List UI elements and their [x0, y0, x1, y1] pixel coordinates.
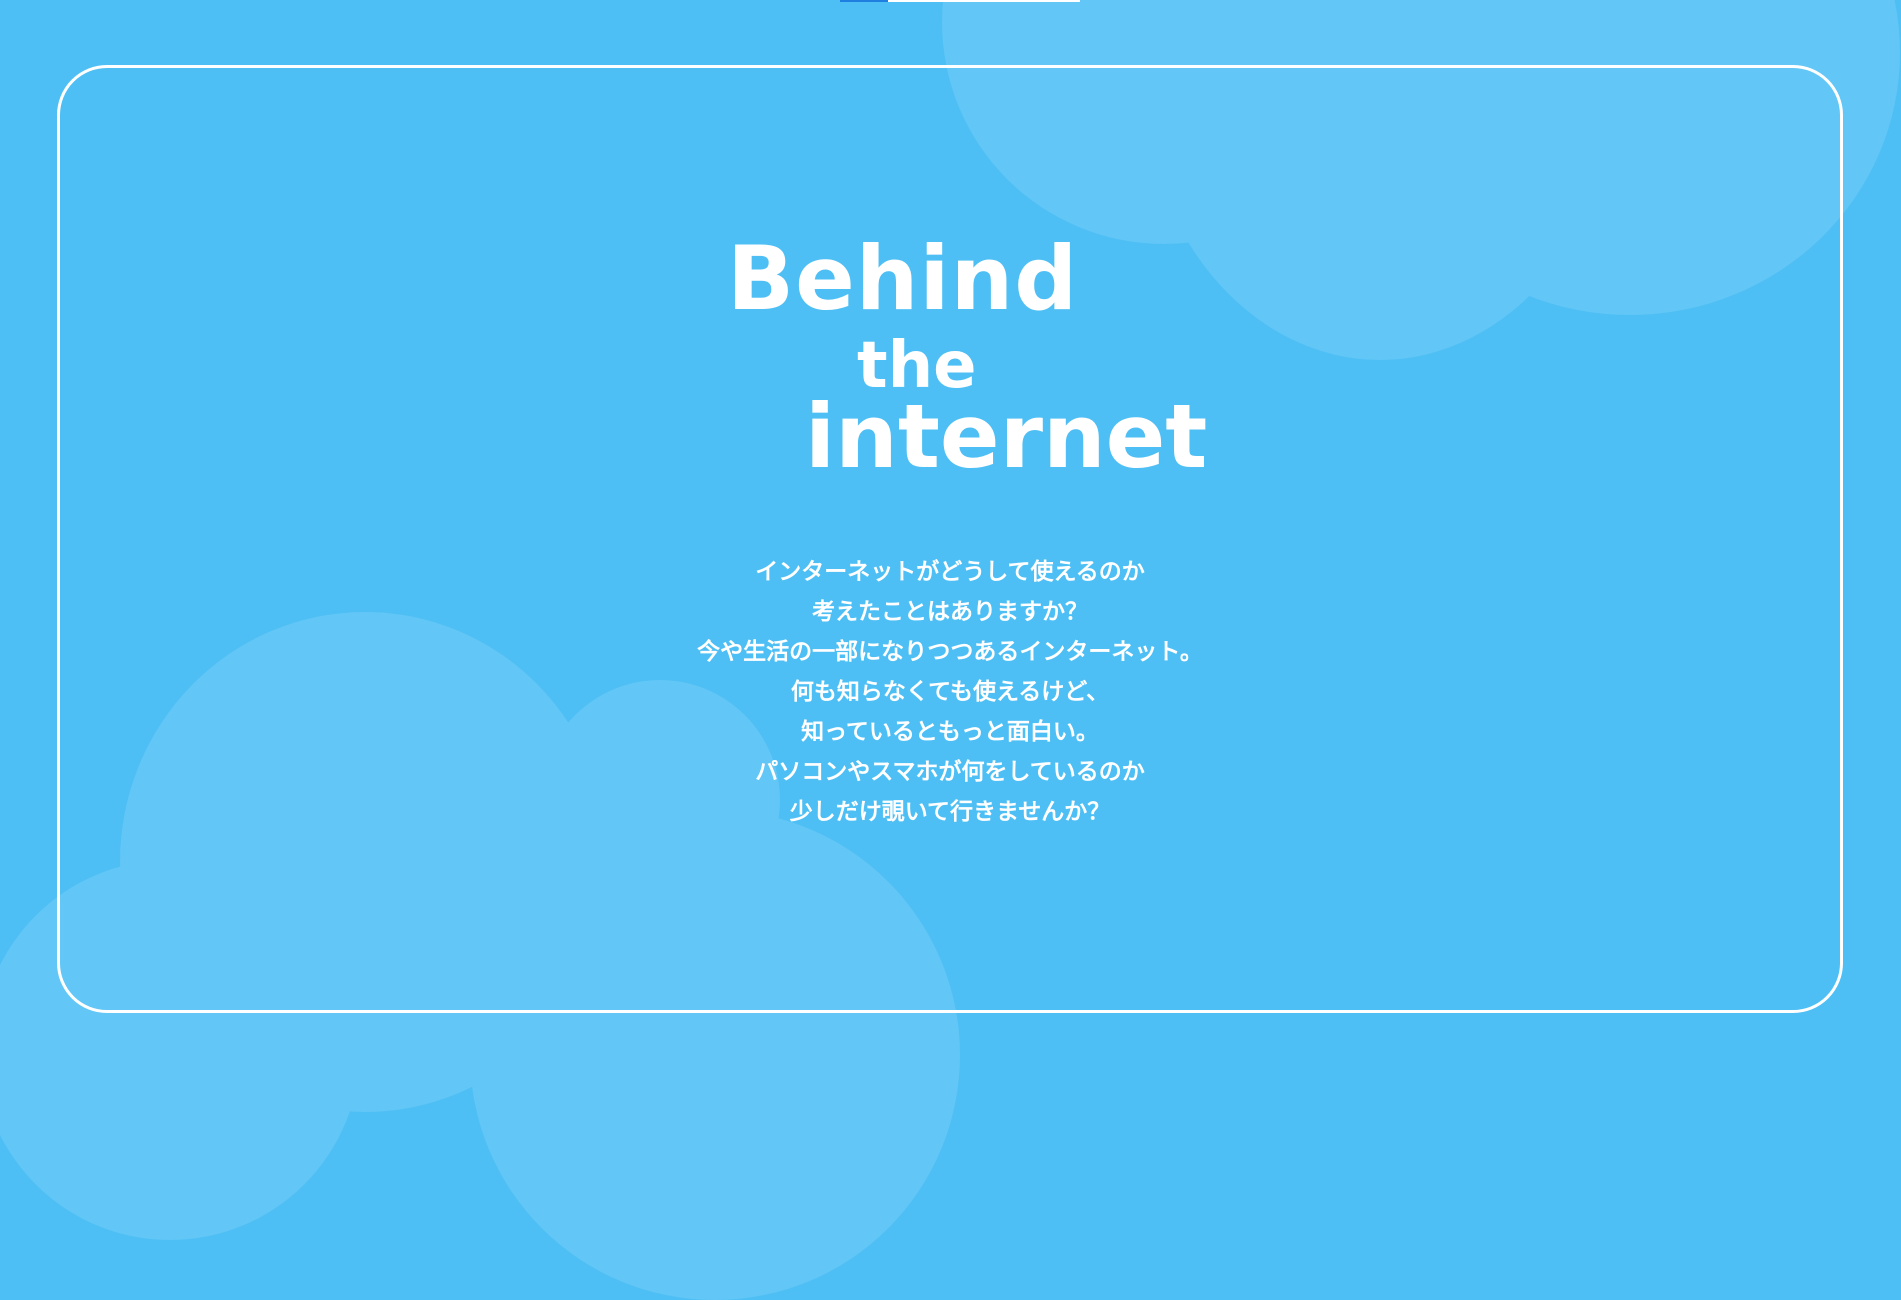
intro-line: 今や生活の一部になりつつあるインターネット。 [697, 639, 1203, 665]
site-logo: Behind the internet [720, 227, 1207, 495]
intro-text: インターネットがどうして使えるのか 考えたことはありますか？ 今や生活の一部にな… [600, 552, 1300, 832]
loading-progress-fill [840, 0, 888, 2]
intro-line: インターネットがどうして使えるのか [755, 559, 1145, 585]
page: { "page": { "background_color": "#4ebff4… [0, 0, 1901, 1300]
intro-line: 考えたことはありますか？ [812, 599, 1088, 625]
content-frame [57, 65, 1843, 1013]
intro-line: 何も知らなくても使えるけど、 [790, 679, 1110, 705]
intro-line: 知っているともっと面白い。 [801, 719, 1099, 745]
logo-word-behind: Behind [727, 227, 1079, 330]
loading-progress-bar [840, 0, 1080, 2]
logo-word-internet: internet [805, 385, 1208, 488]
intro-line: 少しだけ覗いて行きませんか？ [789, 799, 1111, 825]
intro-line: パソコンやスマホが何をしているのか [755, 759, 1145, 785]
